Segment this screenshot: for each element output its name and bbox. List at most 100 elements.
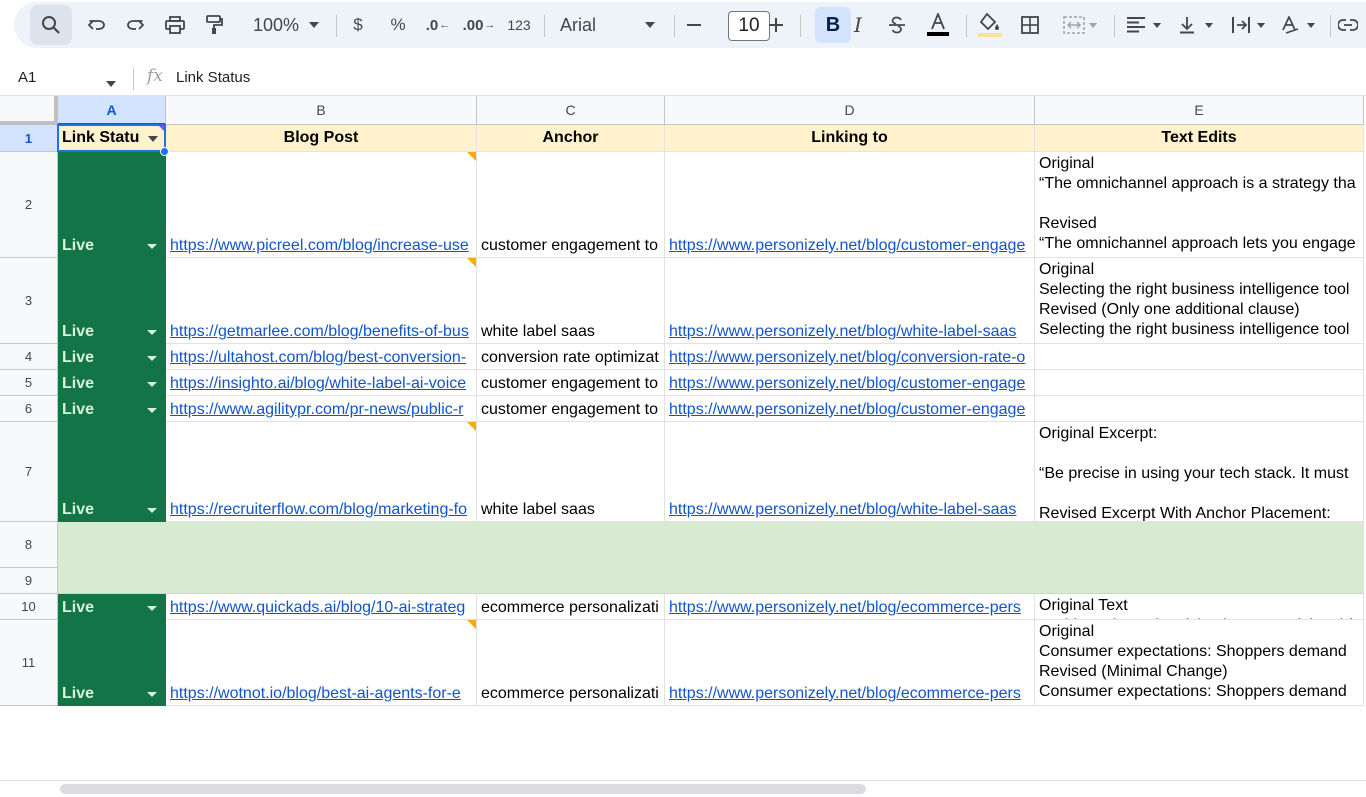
filter-dropdown-icon[interactable] — [148, 136, 158, 142]
vertical-align-icon[interactable] — [1174, 2, 1220, 48]
row-header-8[interactable]: 8 — [0, 522, 58, 568]
linking-to-link[interactable]: https://www.personizely.net/blog/custome… — [669, 401, 1025, 419]
column-header-e[interactable]: E — [1035, 96, 1364, 125]
font-select[interactable]: Arial — [560, 2, 610, 48]
header-cell-e[interactable]: Text Edits — [1035, 125, 1364, 152]
row-header-7[interactable]: 7 — [0, 422, 58, 522]
linking-to-cell[interactable]: https://www.personizely.net/blog/convers… — [665, 344, 1035, 370]
header-cell-a[interactable]: Link Statu — [58, 125, 166, 152]
text-edits-cell[interactable]: Original “The omnichannel approach is a s… — [1035, 152, 1364, 258]
linking-to-link[interactable]: https://www.personizely.net/blog/ecommer… — [669, 685, 1021, 703]
status-dropdown-icon[interactable] — [147, 508, 157, 513]
anchor-cell[interactable]: customer engagement to — [477, 152, 665, 258]
linking-to-cell[interactable]: https://www.personizely.net/blog/ecommer… — [665, 594, 1035, 620]
header-cell-c[interactable]: Anchor — [477, 125, 665, 152]
scrollbar-thumb[interactable] — [60, 784, 866, 794]
linking-to-cell[interactable]: https://www.personizely.net/blog/white-l… — [665, 258, 1035, 344]
text-edits-cell[interactable] — [1035, 370, 1364, 396]
search-menus-icon[interactable] — [30, 5, 72, 45]
text-rotation-icon[interactable] — [1276, 2, 1322, 48]
text-wrapping-icon[interactable] — [1226, 2, 1272, 48]
zoom-dropdown-icon[interactable] — [306, 2, 322, 48]
row-header-1[interactable]: 1 — [0, 125, 58, 152]
linking-to-link[interactable]: https://www.personizely.net/blog/custome… — [669, 375, 1025, 393]
anchor-cell[interactable]: ecommerce personalizati — [477, 620, 665, 706]
row-header-6[interactable]: 6 — [0, 396, 58, 422]
paint-format-icon[interactable] — [200, 2, 228, 48]
anchor-cell[interactable]: white label saas — [477, 422, 665, 522]
font-dropdown-icon[interactable] — [642, 2, 658, 48]
blog-post-cell[interactable]: https://getmarlee.com/blog/benefits-of-b… — [166, 258, 477, 344]
status-cell[interactable]: Live — [58, 152, 166, 258]
linking-to-link[interactable]: https://www.personizely.net/blog/white-l… — [669, 323, 1016, 341]
linking-to-link[interactable]: https://www.personizely.net/blog/white-l… — [669, 501, 1016, 519]
row-header-4[interactable]: 4 — [0, 344, 58, 370]
formula-input[interactable]: Link Status — [176, 69, 250, 86]
select-all-corner[interactable] — [0, 96, 58, 125]
column-header-c[interactable]: C — [477, 96, 665, 125]
blog-post-link[interactable]: https://getmarlee.com/blog/benefits-of-b… — [170, 323, 469, 341]
blog-post-cell[interactable]: https://www.quickads.ai/blog/10-ai-strat… — [166, 594, 477, 620]
row-header-11[interactable]: 11 — [0, 620, 58, 706]
column-header-d[interactable]: D — [665, 96, 1035, 125]
fill-color-icon[interactable] — [974, 2, 1006, 48]
status-dropdown-icon[interactable] — [147, 692, 157, 697]
status-dropdown-icon[interactable] — [147, 356, 157, 361]
redo-icon[interactable] — [122, 2, 148, 48]
currency-format-button[interactable]: $ — [346, 2, 370, 48]
text-edits-cell[interactable]: Original Consumer expectations: Shoppers … — [1035, 620, 1364, 706]
row-header-9[interactable]: 9 — [0, 568, 58, 594]
status-cell[interactable]: Live — [58, 620, 166, 706]
percent-format-button[interactable]: % — [384, 2, 412, 48]
blog-post-link[interactable]: https://wotnot.io/blog/best-ai-agents-fo… — [170, 685, 461, 703]
insert-link-icon[interactable] — [1334, 2, 1362, 48]
column-header-a[interactable]: A — [58, 96, 166, 125]
text-edits-cell[interactable]: Original Excerpt: “Be precise in using yo… — [1035, 422, 1364, 522]
column-header-b[interactable]: B — [166, 96, 477, 125]
undo-icon[interactable] — [84, 2, 110, 48]
horizontal-align-icon[interactable] — [1122, 2, 1168, 48]
blog-post-link[interactable]: https://insighto.ai/blog/white-label-ai-… — [170, 375, 466, 393]
decrease-decimal-button[interactable]: .0 ← — [424, 2, 452, 48]
print-icon[interactable] — [161, 2, 189, 48]
blog-post-cell[interactable]: https://insighto.ai/blog/white-label-ai-… — [166, 370, 477, 396]
blog-post-link[interactable]: https://www.agilitypr.com/pr-news/public… — [170, 401, 463, 419]
anchor-cell[interactable]: customer engagement to — [477, 370, 665, 396]
linking-to-link[interactable]: https://www.personizely.net/blog/ecommer… — [669, 599, 1021, 617]
text-edits-cell[interactable] — [1035, 344, 1364, 370]
linking-to-cell[interactable]: https://www.personizely.net/blog/white-l… — [665, 422, 1035, 522]
linking-to-link[interactable]: https://www.personizely.net/blog/convers… — [669, 349, 1025, 367]
linking-to-cell[interactable]: https://www.personizely.net/blog/ecommer… — [665, 620, 1035, 706]
status-dropdown-icon[interactable] — [147, 408, 157, 413]
blog-post-cell[interactable]: https://recruiterflow.com/blog/marketing… — [166, 422, 477, 522]
row-header-10[interactable]: 10 — [0, 594, 58, 620]
blog-post-cell[interactable]: https://www.agilitypr.com/pr-news/public… — [166, 396, 477, 422]
increase-decimal-button[interactable]: .00 → — [462, 2, 496, 48]
increase-font-size-icon[interactable] — [766, 2, 786, 48]
linking-to-cell[interactable]: https://www.personizely.net/blog/custome… — [665, 370, 1035, 396]
strikethrough-icon[interactable] — [884, 2, 910, 48]
blog-post-link[interactable]: https://www.quickads.ai/blog/10-ai-strat… — [170, 599, 465, 617]
merge-cells-icon[interactable] — [1058, 2, 1102, 48]
linking-to-cell[interactable]: https://www.personizely.net/blog/custome… — [665, 152, 1035, 258]
status-cell[interactable]: Live — [58, 594, 166, 620]
zoom-select[interactable]: 100% — [242, 2, 310, 48]
anchor-cell[interactable]: customer engagement to — [477, 396, 665, 422]
blog-post-cell[interactable]: https://ultahost.com/blog/best-conversio… — [166, 344, 477, 370]
text-edits-cell[interactable]: Original Selecting the right business int… — [1035, 258, 1364, 344]
status-cell[interactable]: Live — [58, 370, 166, 396]
header-cell-d[interactable]: Linking to — [665, 125, 1035, 152]
text-color-icon[interactable] — [922, 2, 954, 48]
header-cell-b[interactable]: Blog Post — [166, 125, 477, 152]
name-box-dropdown-icon[interactable] — [106, 74, 116, 92]
status-dropdown-icon[interactable] — [147, 330, 157, 335]
status-dropdown-icon[interactable] — [147, 382, 157, 387]
status-cell[interactable]: Live — [58, 396, 166, 422]
text-edits-cell[interactable]: Original TextAI-driven dynamic pricing i… — [1035, 594, 1364, 620]
anchor-cell[interactable]: conversion rate optimizat — [477, 344, 665, 370]
status-cell[interactable]: Live — [58, 258, 166, 344]
text-edits-cell[interactable] — [1035, 396, 1364, 422]
blog-post-cell[interactable]: https://www.picreel.com/blog/increase-us… — [166, 152, 477, 258]
row-header-3[interactable]: 3 — [0, 258, 58, 344]
row-header-5[interactable]: 5 — [0, 370, 58, 396]
